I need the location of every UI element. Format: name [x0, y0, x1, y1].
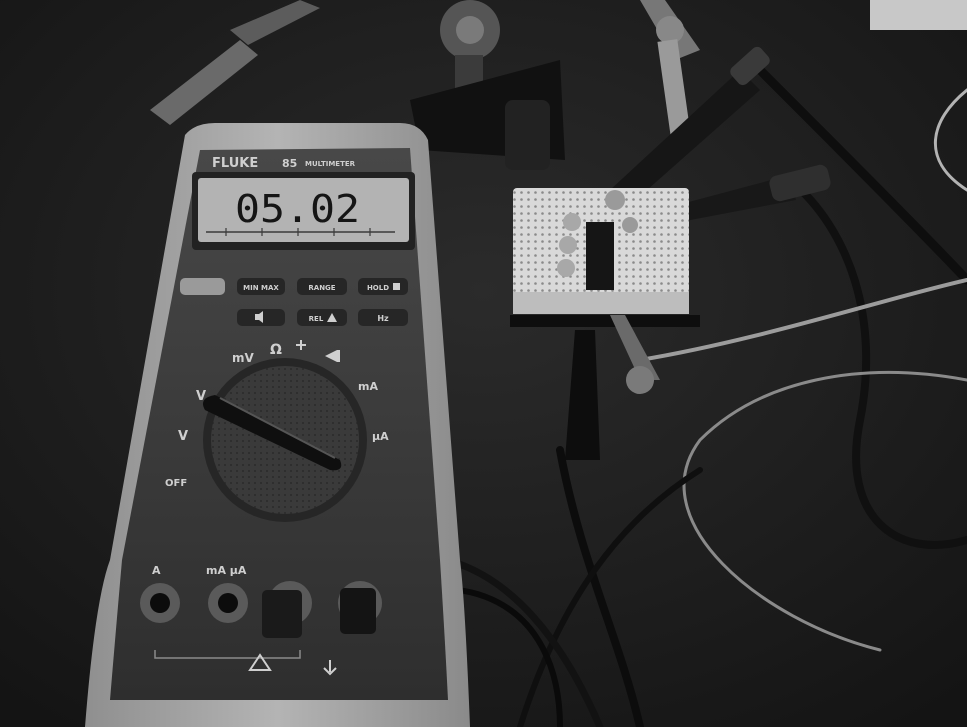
photo-scene: FLUKE 85 MULTIMETER 05.02 MIN MAX RANGE [0, 0, 967, 727]
range-button[interactable]: RANGE [297, 278, 347, 295]
dial-label-off: OFF [165, 478, 187, 489]
jack-milliamps[interactable] [208, 583, 248, 623]
rel-button[interactable]: REL [297, 309, 347, 326]
hold-label: HOLD [367, 284, 389, 292]
hz-label: Hz [377, 314, 389, 323]
dial-label-ohms: Ω [270, 342, 282, 358]
yellow-button[interactable] [180, 278, 225, 295]
jack-amps[interactable] [140, 583, 180, 623]
hz-button[interactable]: Hz [358, 309, 408, 326]
jack-volts[interactable] [338, 581, 382, 634]
rotary-selector-knob[interactable] [202, 358, 367, 522]
jack-label-amps: A [152, 564, 161, 577]
hold-button[interactable]: HOLD [358, 278, 408, 295]
dial-label-millivolts: mV [232, 351, 255, 365]
min-max-label: MIN MAX [243, 284, 279, 292]
dial-label-milliamps: mA [358, 380, 378, 393]
model-suffix: MULTIMETER [305, 160, 356, 168]
min-max-button[interactable]: MIN MAX [237, 278, 285, 295]
brand-logo: FLUKE [212, 156, 258, 171]
range-label: RANGE [308, 284, 335, 292]
backlight-icon [393, 283, 400, 290]
dial-label-volts-ac: V [178, 429, 188, 444]
jack-label-milliamps: mA μA [206, 564, 247, 577]
rel-label: REL [309, 315, 324, 323]
dial-label-microamps: μA [372, 430, 389, 443]
beeper-button[interactable] [237, 309, 285, 326]
lcd-display: 05.02 [192, 172, 415, 250]
lcd-reading: 05.02 [235, 187, 360, 231]
model-number: 85 [282, 157, 297, 170]
